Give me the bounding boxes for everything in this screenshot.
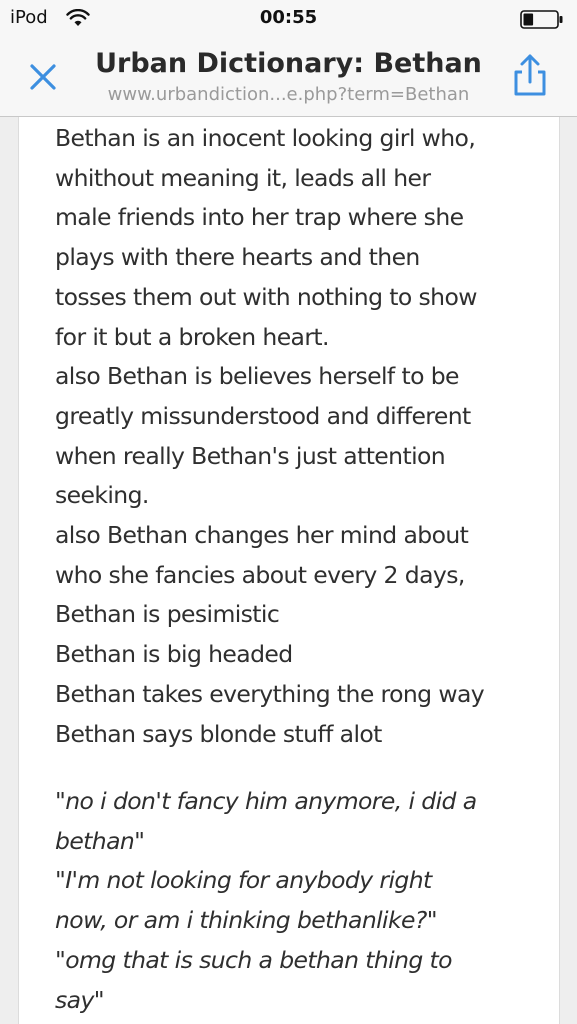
example-line: now, or am i thinking bethanlike?" xyxy=(55,906,438,935)
definition-line: when really Bethan's just attention xyxy=(55,441,446,470)
navigation-bar: Urban Dictionary: Bethan www.urbandictio… xyxy=(0,38,577,117)
definition-line: Bethan takes everything the rong way xyxy=(55,679,485,708)
close-button[interactable] xyxy=(22,56,64,98)
definition-line: Bethan says blonde stuff alot xyxy=(55,719,382,748)
battery-icon xyxy=(520,10,564,34)
close-icon xyxy=(30,64,56,90)
definition-line: Bethan is big headed xyxy=(55,640,293,669)
definition-line: greatly missunderstood and different xyxy=(55,401,471,430)
example-line: "no i don't fancy him anymore, i did a xyxy=(55,787,477,815)
definition-line: for it but a broken heart. xyxy=(55,322,330,351)
definition-line: also Bethan changes her mind about xyxy=(55,521,469,550)
page-url[interactable]: www.urbandiction...e.php?term=Bethan xyxy=(80,84,497,105)
definition-line: also Bethan is believes herself to be xyxy=(55,362,460,391)
example-text: "no i don't fancy him anymore, i did a be… xyxy=(55,782,555,1020)
definition-line: who she fancies about every 2 days, xyxy=(55,560,465,589)
example-line: say" xyxy=(55,985,105,1014)
example-line: bethan" xyxy=(55,826,145,855)
definition-line: seeking. xyxy=(55,481,149,510)
content-card: Bethan is an inocent looking girl who, wh… xyxy=(18,117,560,1024)
definition-line: Bethan is an inocent looking girl who, xyxy=(55,124,476,152)
definition-text: Bethan is an inocent looking girl who, wh… xyxy=(55,119,555,754)
status-bar: iPod 00:55 xyxy=(0,0,577,38)
example-line: "omg that is such a bethan thing to xyxy=(55,945,453,974)
definition-line: plays with there hearts and then xyxy=(55,243,420,272)
definition-line: tosses them out with nothing to show xyxy=(55,282,477,311)
share-button[interactable] xyxy=(506,52,554,100)
definition-line: whithout meaning it, leads all her xyxy=(55,163,431,192)
example-line: "I'm not looking for anybody right xyxy=(55,866,432,895)
share-icon xyxy=(514,54,546,96)
definition-line: Bethan is pesimistic xyxy=(55,600,280,629)
status-time: 00:55 xyxy=(259,7,318,28)
page-title: Urban Dictionary: Bethan xyxy=(95,48,482,79)
definition-line: male friends into her trap where she xyxy=(55,203,464,232)
